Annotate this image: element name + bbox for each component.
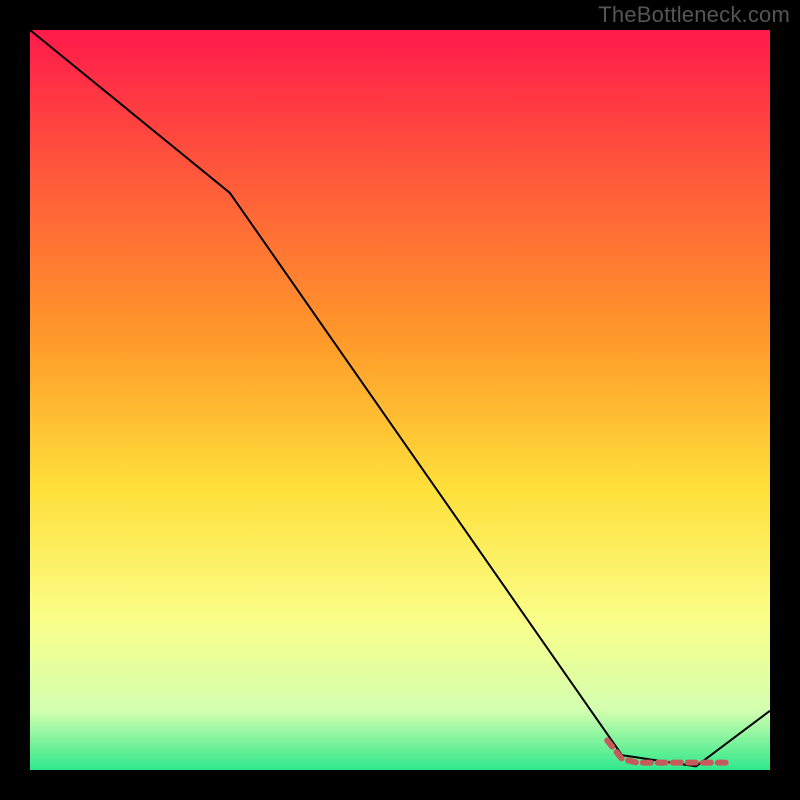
plot-area bbox=[30, 30, 770, 770]
chart-frame: TheBottleneck.com bbox=[0, 0, 800, 800]
gradient-background bbox=[30, 30, 770, 770]
watermark-text: TheBottleneck.com bbox=[598, 2, 790, 28]
chart-svg bbox=[30, 30, 770, 770]
